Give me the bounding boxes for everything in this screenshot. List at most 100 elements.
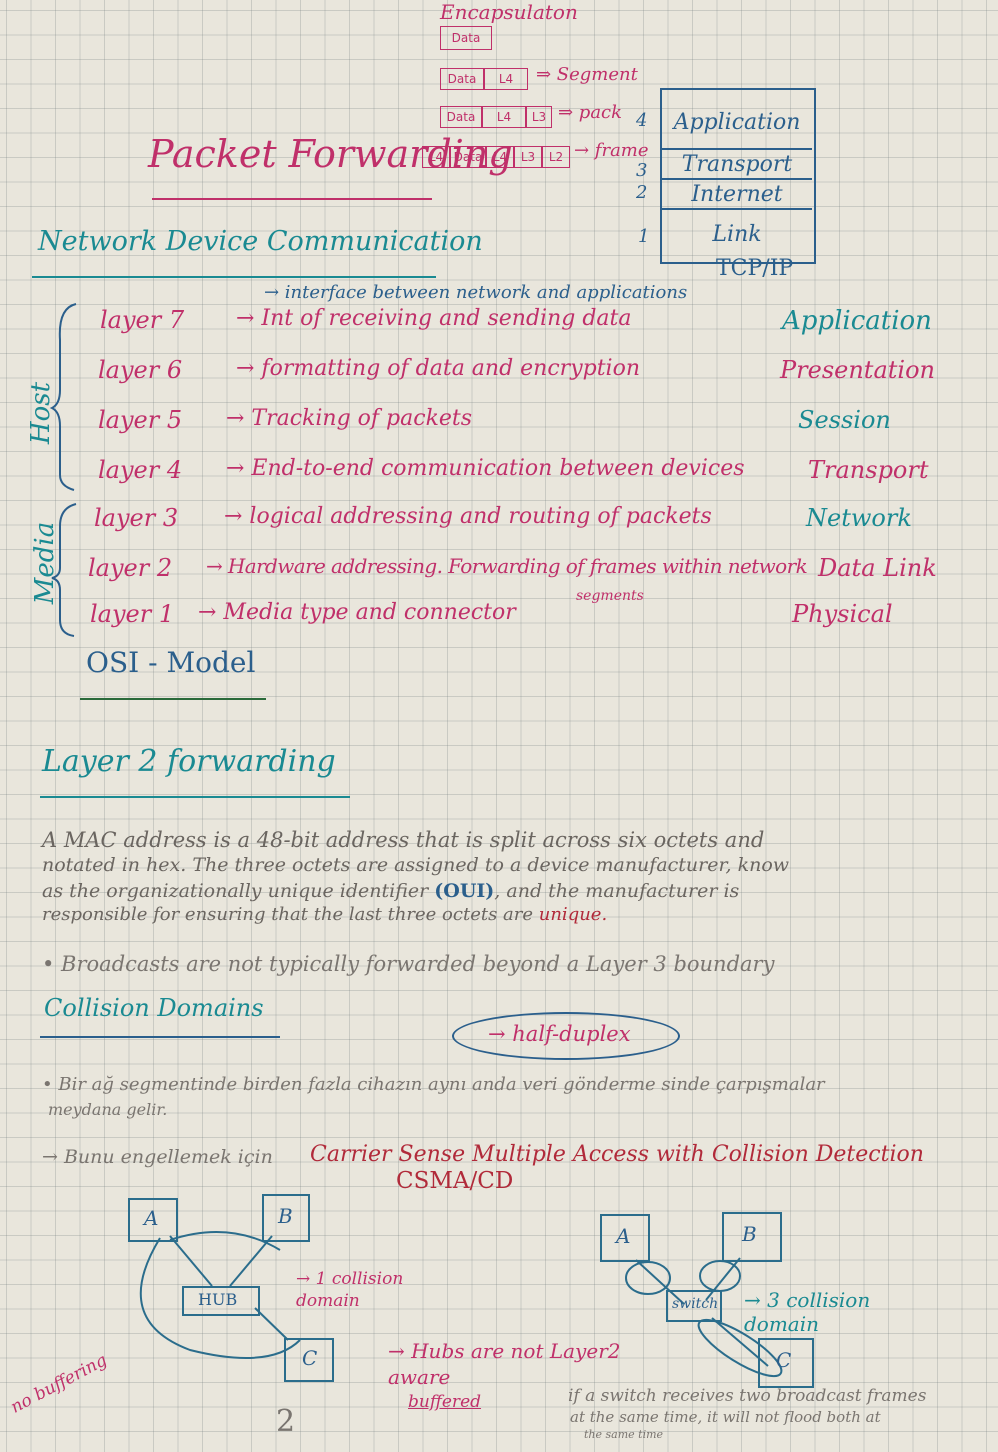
- section-collision-heading: Collision Domains: [44, 994, 264, 1022]
- no-buffering-note: no buffering: [7, 1350, 111, 1418]
- tcpip-num: 2: [636, 182, 648, 203]
- osi-layer-num: layer 6: [98, 356, 183, 384]
- osi-layer-name: Transport: [808, 456, 929, 484]
- node-label: A: [144, 1206, 159, 1230]
- mac-line: notated in hex. The three octets are ass…: [42, 854, 790, 876]
- turkish-note-line1: • Bir ağ segmentinde birden fazla cihazı…: [42, 1074, 825, 1095]
- hub-result: → 1 collision domain: [296, 1269, 404, 1311]
- osi-layer-desc: → Int of receiving and sending data: [236, 306, 632, 331]
- tcpip-num: 1: [638, 226, 650, 247]
- node-label: C: [302, 1346, 318, 1370]
- osi-layer-num: layer 3: [94, 504, 179, 532]
- node-label: B: [278, 1204, 293, 1228]
- half-duplex-label: → half-duplex: [488, 1022, 631, 1046]
- switch-box: switch: [666, 1290, 722, 1322]
- oui-abbr: (OUI): [434, 880, 495, 902]
- tcpip-num: 4: [636, 110, 648, 131]
- tcpip-row: Transport: [662, 150, 812, 180]
- osi-layer-num: layer 4: [98, 456, 183, 484]
- osi-layer-name: Network: [806, 504, 912, 532]
- encap-cell: L4: [484, 68, 528, 90]
- tcpip-row: Internet: [662, 180, 812, 210]
- mac-text: responsible for ensuring that the last t…: [42, 904, 539, 925]
- buffered-label: buffered: [408, 1392, 482, 1412]
- node-label: C: [776, 1348, 792, 1372]
- osi-top-note: → interface between network and applicat…: [264, 282, 688, 303]
- osi-layer-desc: → formatting of data and encryption: [236, 356, 640, 381]
- page-title: Packet Forwarding: [148, 132, 513, 176]
- switch-label: switch: [672, 1296, 719, 1312]
- section-network-heading: Network Device Communication: [38, 226, 483, 257]
- mac-line: as the organizationally unique identifie…: [42, 880, 962, 902]
- section-layer2-underline: [40, 796, 350, 798]
- buffered-line1: if a switch receives two broadcast frame…: [568, 1386, 927, 1406]
- hub-box: HUB: [182, 1286, 260, 1316]
- osi-layer-name: Application: [782, 306, 932, 336]
- turkish-note-line2: meydana gelir.: [48, 1100, 168, 1119]
- osi-layer-desc: → Media type and connector: [198, 600, 516, 625]
- osi-layer-desc: → logical addressing and routing of pack…: [224, 504, 712, 529]
- tcpip-layer-name: Internet: [691, 182, 783, 207]
- tcpip-layer-name: Link: [712, 222, 762, 247]
- osi-title-underline: [80, 698, 266, 700]
- csma-abbr: CSMA/CD: [396, 1168, 514, 1194]
- osi-layer-num: layer 5: [98, 406, 183, 434]
- tcpip-row: Link: [662, 210, 812, 260]
- osi-layer-desc: → End-to-end communication between devic…: [226, 456, 745, 481]
- csma-prefix: → Bunu engellemek için: [42, 1146, 273, 1168]
- buffered-line3: the same time: [584, 1428, 664, 1441]
- unique-word: unique.: [538, 904, 608, 925]
- encap-cell: L4: [482, 106, 526, 128]
- hubs-note: → Hubs are not Layer2 aware: [388, 1339, 621, 1389]
- node-label: A: [616, 1224, 631, 1248]
- tcpip-label: TCP/IP: [716, 256, 794, 281]
- tcpip-layer-name: Transport: [681, 152, 793, 177]
- title-underline: [152, 198, 432, 200]
- osi-layer-name: Data Link: [818, 554, 937, 582]
- broadcast-note: • Broadcasts are not typically forwarded…: [42, 952, 775, 976]
- tcpip-row: Application: [662, 90, 812, 150]
- osi-layer-num: layer 2: [88, 554, 173, 582]
- mac-text: , and the manufacturer is: [494, 880, 740, 902]
- switch-result: → 3 collision domain: [744, 1288, 871, 1336]
- osi-layer-desc: → Tracking of packets: [226, 406, 473, 431]
- osi-layer-num: layer 1: [90, 600, 175, 628]
- osi-layer-name: Presentation: [780, 356, 935, 384]
- encap-row3-label: ⇒ pack: [558, 102, 623, 123]
- encap-cell: L2: [542, 146, 570, 168]
- hub-node-a: A: [128, 1198, 178, 1242]
- tcpip-layer-name: Application: [673, 110, 801, 135]
- node-label: B: [742, 1222, 757, 1246]
- mac-text: as the organizationally unique identifie…: [42, 880, 435, 902]
- osi-layer-num: layer 7: [100, 306, 185, 334]
- segments-note: segments: [576, 588, 644, 604]
- tcpip-num: 3: [636, 160, 648, 181]
- osi-layer-desc: → Hardware addressing. Forwarding of fra…: [206, 554, 808, 578]
- encap-row1-cell: Data: [440, 26, 492, 50]
- switch-node-c: C: [758, 1338, 814, 1388]
- encap-cell: L3: [514, 146, 542, 168]
- tcpip-stack: Application Transport Internet Link: [660, 88, 816, 264]
- osi-model-title: OSI - Model: [86, 646, 256, 679]
- section-collision-underline: [40, 1036, 280, 1038]
- section-network-underline: [32, 276, 436, 278]
- encap-cell: Data: [440, 106, 482, 128]
- encap-cell: Data: [440, 68, 484, 90]
- encap-row4-label: → frame: [574, 140, 649, 161]
- hub-node-b: B: [262, 1194, 310, 1242]
- page-number: 2: [276, 1404, 296, 1439]
- buffered-line2: at the same time, it will not flood both…: [570, 1408, 881, 1426]
- mac-line: A MAC address is a 48-bit address that i…: [42, 828, 765, 852]
- osi-brackets: [49, 303, 77, 637]
- osi-layer-name: Physical: [792, 600, 893, 628]
- csma-text: Carrier Sense Multiple Access with Colli…: [310, 1142, 924, 1167]
- switch-node-b: B: [722, 1212, 782, 1262]
- osi-layer-name: Session: [798, 406, 891, 434]
- encap-row2-label: ⇒ Segment: [536, 64, 638, 85]
- encap-cell: L3: [526, 106, 552, 128]
- mac-line: responsible for ensuring that the last t…: [42, 904, 962, 925]
- section-layer2-heading: Layer 2 forwarding: [42, 744, 336, 779]
- hub-node-c: C: [284, 1338, 334, 1382]
- switch-node-a: A: [600, 1214, 650, 1262]
- encapsulation-title: Encapsulaton: [440, 0, 578, 24]
